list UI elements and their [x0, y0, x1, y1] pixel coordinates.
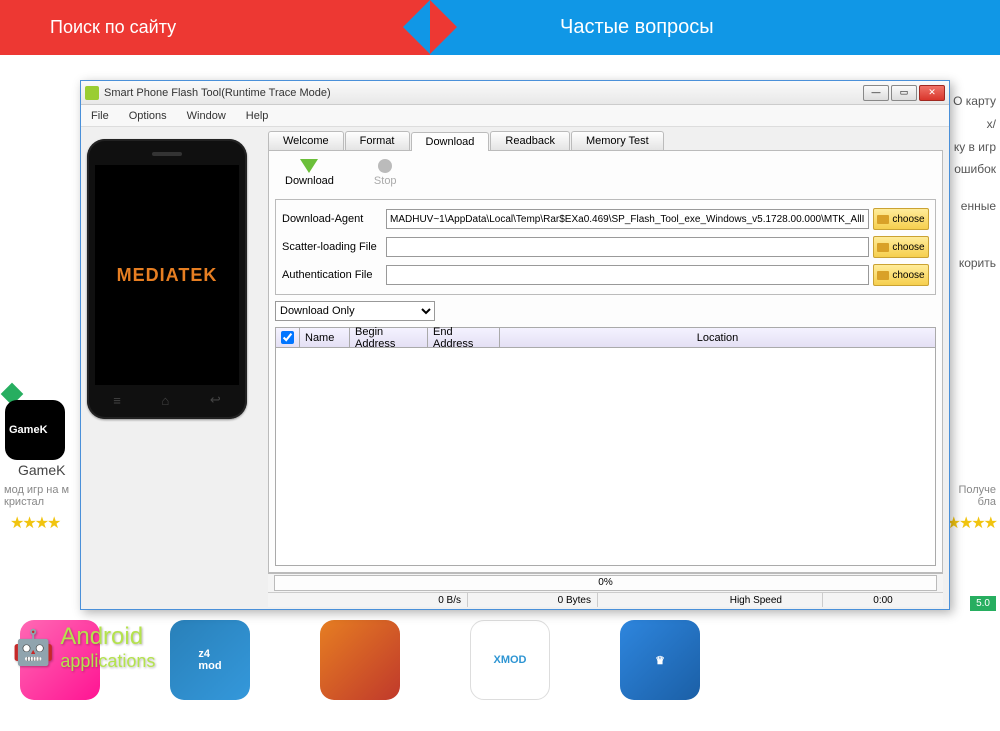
- phone-nav-buttons: ≡ ⌂ ↩: [93, 389, 241, 411]
- tab-memory-test[interactable]: Memory Test: [571, 131, 664, 150]
- minimize-button[interactable]: —: [863, 85, 889, 101]
- statusbar: 0% 0 B/s 0 Bytes High Speed 0:00: [268, 573, 943, 607]
- choose-agent-button[interactable]: choose: [873, 208, 929, 230]
- status-mode: High Speed: [598, 593, 823, 607]
- download-agent-input[interactable]: [386, 209, 869, 229]
- scatter-file-row: Scatter-loading File choose: [282, 236, 929, 258]
- phone-back-icon: ↩: [210, 392, 221, 408]
- faq-banner-label: Частые вопросы: [560, 16, 714, 39]
- download-arrow-icon: [300, 159, 318, 173]
- phone-menu-icon: ≡: [113, 393, 121, 408]
- auth-file-row: Authentication File choose: [282, 264, 929, 286]
- window-body: MEDIATEK ≡ ⌂ ↩ Welcome Format Download R…: [81, 127, 949, 609]
- app-icon: [85, 86, 99, 100]
- status-row: 0 B/s 0 Bytes High Speed 0:00: [268, 592, 943, 607]
- menu-file[interactable]: File: [87, 108, 113, 124]
- stop-icon: [378, 159, 392, 173]
- progress-bar: 0%: [274, 575, 937, 591]
- main-panel: Welcome Format Download Readback Memory …: [268, 131, 943, 607]
- phone-mockup: MEDIATEK ≡ ⌂ ↩: [87, 139, 247, 419]
- app-title-gamekiller[interactable]: GameK: [18, 462, 65, 478]
- col-begin-address[interactable]: Begin Address: [350, 328, 428, 347]
- col-name[interactable]: Name: [300, 328, 350, 347]
- phone-top: [93, 147, 241, 161]
- auth-file-label: Authentication File: [282, 269, 382, 281]
- titlebar[interactable]: Smart Phone Flash Tool(Runtime Trace Mod…: [81, 81, 949, 105]
- app-tile[interactable]: [320, 620, 400, 700]
- download-panel: Download Stop Download-Agent choose Scat…: [268, 151, 943, 573]
- tab-download[interactable]: Download: [411, 132, 490, 151]
- choose-auth-button[interactable]: choose: [873, 264, 929, 286]
- phone-speaker: [152, 152, 182, 156]
- stop-button-label: Stop: [374, 175, 397, 187]
- app-subtitle-right: Получе бла: [946, 484, 996, 508]
- sp-flash-tool-window: Smart Phone Flash Tool(Runtime Trace Mod…: [80, 80, 950, 610]
- download-agent-row: Download-Agent choose: [282, 208, 929, 230]
- android-applications-logo: 🤖 Android applications: [12, 623, 212, 672]
- status-time: 0:00: [823, 593, 943, 607]
- tabstrip: Welcome Format Download Readback Memory …: [268, 131, 943, 151]
- maximize-button[interactable]: ▭: [891, 85, 917, 101]
- col-checkbox[interactable]: [276, 328, 300, 347]
- window-title: Smart Phone Flash Tool(Runtime Trace Mod…: [104, 87, 863, 99]
- select-all-checkbox[interactable]: [281, 331, 294, 344]
- file-selection-group: Download-Agent choose Scatter-loading Fi…: [275, 199, 936, 295]
- table-body-empty: [276, 348, 935, 565]
- status-speed: 0 B/s: [268, 593, 468, 607]
- table-header: Name Begin Address End Address Location: [276, 328, 935, 348]
- tab-welcome[interactable]: Welcome: [268, 131, 344, 150]
- logo-line1: Android: [60, 623, 155, 651]
- choose-label: choose: [892, 270, 924, 281]
- phone-brand-label: MEDIATEK: [117, 265, 218, 286]
- choose-label: choose: [892, 214, 924, 225]
- background-banners: Поиск по сайту Частые вопросы: [0, 0, 1000, 55]
- col-location[interactable]: Location: [500, 328, 935, 347]
- app-subtitle-left: мод игр на м кристал: [4, 484, 74, 508]
- scatter-file-input[interactable]: [386, 237, 869, 257]
- app-tile-gamekiller[interactable]: GameK: [5, 400, 65, 460]
- faq-banner[interactable]: Частые вопросы: [430, 0, 1000, 55]
- logo-line2: applications: [60, 651, 155, 672]
- download-mode-select[interactable]: Download Only: [275, 301, 435, 321]
- panel-toolbar: Download Stop: [275, 157, 936, 193]
- status-bytes: 0 Bytes: [468, 593, 598, 607]
- tab-readback[interactable]: Readback: [490, 131, 570, 150]
- download-mode-row: Download Only: [275, 301, 936, 321]
- choose-scatter-button[interactable]: choose: [873, 236, 929, 258]
- choose-label: choose: [892, 242, 924, 253]
- auth-file-input[interactable]: [386, 265, 869, 285]
- download-agent-label: Download-Agent: [282, 213, 382, 225]
- app-tile[interactable]: ♛: [620, 620, 700, 700]
- phone-preview-column: MEDIATEK ≡ ⌂ ↩: [87, 131, 262, 607]
- app-tile[interactable]: XMOD: [470, 620, 550, 700]
- search-banner-label: Поиск по сайту: [50, 17, 176, 38]
- close-button[interactable]: ✕: [919, 85, 945, 101]
- download-button[interactable]: Download: [285, 159, 334, 187]
- col-end-address[interactable]: End Address: [428, 328, 500, 347]
- rating-stars-left: ★★★★: [10, 513, 59, 533]
- menubar: File Options Window Help: [81, 105, 949, 127]
- menu-window[interactable]: Window: [183, 108, 230, 124]
- phone-home-icon: ⌂: [161, 393, 169, 408]
- partition-table: Name Begin Address End Address Location: [275, 327, 936, 566]
- stop-button[interactable]: Stop: [374, 159, 397, 187]
- rating-stars-right: ★★★★: [947, 513, 996, 533]
- phone-screen: MEDIATEK: [95, 165, 239, 385]
- app-tile-label: GameK: [9, 424, 48, 436]
- window-controls: — ▭ ✕: [863, 85, 945, 101]
- tab-format[interactable]: Format: [345, 131, 410, 150]
- menu-options[interactable]: Options: [125, 108, 171, 124]
- rating-badge: 5.0: [970, 596, 996, 611]
- download-button-label: Download: [285, 175, 334, 187]
- menu-help[interactable]: Help: [242, 108, 273, 124]
- search-banner[interactable]: Поиск по сайту: [0, 0, 430, 55]
- scatter-file-label: Scatter-loading File: [282, 241, 382, 253]
